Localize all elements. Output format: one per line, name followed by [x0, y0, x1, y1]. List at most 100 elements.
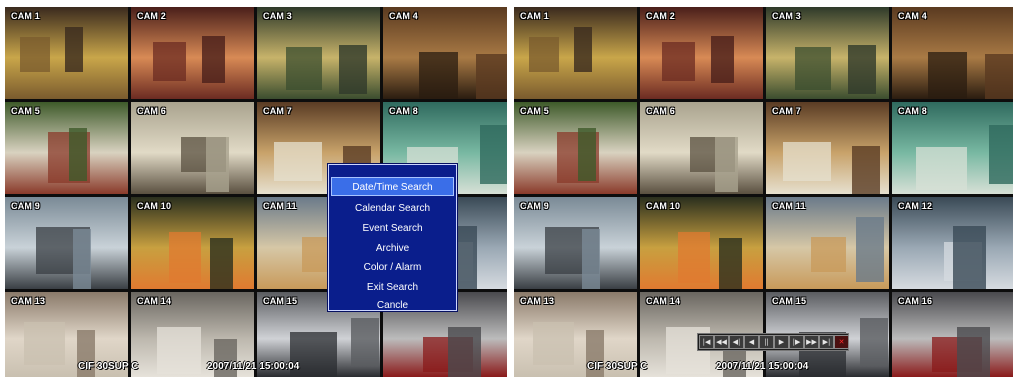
camera-tile-10[interactable]: CAM 10: [640, 197, 763, 289]
camera-feed-image: [715, 137, 738, 192]
menu-item-archive[interactable]: Archive: [331, 239, 454, 258]
camera-feed-image: [678, 232, 710, 283]
camera-feed-image: [286, 47, 322, 90]
camera-label: CAM 15: [263, 296, 298, 306]
camera-feed-image: [928, 52, 967, 99]
camera-label: CAM 10: [646, 201, 681, 211]
camera-tile-3[interactable]: CAM 3: [766, 7, 889, 99]
camera-tile-12[interactable]: CAM 12: [892, 197, 1013, 289]
camera-label: CAM 4: [898, 11, 928, 21]
camera-tile-1[interactable]: CAM 1: [5, 7, 128, 99]
camera-feed-image: [578, 128, 596, 181]
camera-feed-image: [169, 232, 201, 283]
recording-resolution: CIF 30SUP C: [78, 361, 139, 372]
menu-item-calendar-search[interactable]: Calendar Search: [331, 199, 454, 218]
camera-tile-4[interactable]: CAM 4: [892, 7, 1013, 99]
camera-label: CAM 11: [772, 201, 806, 211]
menu-item-cancel[interactable]: Cancle: [331, 296, 454, 315]
camera-label: CAM 9: [11, 201, 41, 211]
camera-tile-9[interactable]: CAM 9: [5, 197, 128, 289]
camera-label: CAM 6: [137, 106, 167, 116]
camera-feed-image: [480, 125, 507, 184]
date-time-readout: 2007/11/21 15:00:04: [207, 361, 300, 372]
pause-button[interactable]: ||: [759, 335, 774, 349]
menu-item-exit-search[interactable]: Exit Search: [331, 278, 454, 297]
status-bar: CIF 30SUP C 2007/11/21 15:00:04: [5, 359, 507, 377]
camera-feed-image: [916, 147, 967, 190]
camera-feed-image: [582, 229, 600, 289]
camera-label: CAM 3: [772, 11, 802, 21]
stop-button[interactable]: ✕: [834, 335, 849, 349]
camera-feed-image: [419, 52, 458, 99]
status-bar: CIF 30SUP C 2007/11/21 15:00:04: [514, 359, 1013, 377]
camera-tile-7[interactable]: CAM 7: [766, 102, 889, 194]
camera-label: CAM 7: [263, 106, 293, 116]
camera-label: CAM 1: [520, 11, 550, 21]
camera-feed-image: [529, 37, 559, 72]
camera-feed-image: [711, 36, 734, 83]
right-dvr-screen: CAM 1 CAM 2 CAM 3 CAM 4 CAM 5 CAM 6 CAM 7 CAM 8…: [514, 7, 1013, 377]
camera-feed-image: [476, 54, 507, 99]
camera-feed-image: [73, 229, 91, 289]
camera-feed-image: [985, 54, 1013, 99]
camera-tile-10[interactable]: CAM 10: [131, 197, 254, 289]
fast-rewind-button[interactable]: ◀◀: [714, 335, 729, 349]
camera-feed-image: [202, 36, 225, 83]
camera-label: CAM 2: [137, 11, 167, 21]
camera-feed-image: [852, 146, 880, 194]
camera-tile-5[interactable]: CAM 5: [514, 102, 637, 194]
camera-label: CAM 14: [646, 296, 681, 306]
skip-to-end-button[interactable]: ▶|: [819, 335, 834, 349]
camera-label: CAM 9: [520, 201, 550, 211]
menu-item-date-time-search[interactable]: Date/Time Search: [331, 177, 454, 196]
camera-label: CAM 12: [898, 201, 933, 211]
camera-tile-9[interactable]: CAM 9: [514, 197, 637, 289]
camera-label: CAM 5: [520, 106, 550, 116]
step-forward-button[interactable]: |▶: [789, 335, 804, 349]
camera-feed-image: [65, 27, 83, 72]
camera-feed-image: [848, 45, 876, 94]
camera-label: CAM 11: [263, 201, 297, 211]
recording-resolution: CIF 30SUP C: [587, 361, 648, 372]
camera-label: CAM 13: [11, 296, 46, 306]
camera-label: CAM 7: [772, 106, 802, 116]
camera-feed-image: [989, 125, 1013, 184]
camera-feed-image: [719, 238, 742, 289]
camera-tile-1[interactable]: CAM 1: [514, 7, 637, 99]
reverse-play-button[interactable]: ◀: [744, 335, 759, 349]
camera-tile-5[interactable]: CAM 5: [5, 102, 128, 194]
play-button[interactable]: ▶: [774, 335, 789, 349]
camera-tile-4[interactable]: CAM 4: [383, 7, 507, 99]
camera-label: CAM 5: [11, 106, 41, 116]
camera-feed-image: [339, 45, 367, 94]
menu-item-event-search[interactable]: Event Search: [331, 219, 454, 238]
camera-tile-11[interactable]: CAM 11: [766, 197, 889, 289]
camera-label: CAM 2: [646, 11, 676, 21]
step-back-button[interactable]: ◀|: [729, 335, 744, 349]
camera-label: CAM 14: [137, 296, 172, 306]
camera-tile-2[interactable]: CAM 2: [131, 7, 254, 99]
search-menu: Date/Time Search Calendar Search Event S…: [328, 164, 457, 311]
camera-feed-image: [811, 237, 846, 272]
camera-feed-image: [153, 42, 186, 81]
camera-feed-image: [783, 142, 831, 181]
playback-control-bar: |◀ ◀◀ ◀| ◀ || ▶ |▶ ▶▶ ▶| ✕: [697, 333, 849, 351]
camera-tile-6[interactable]: CAM 6: [640, 102, 763, 194]
menu-item-color-alarm[interactable]: Color / Alarm: [331, 258, 454, 277]
camera-feed-image: [662, 42, 695, 81]
camera-tile-6[interactable]: CAM 6: [131, 102, 254, 194]
camera-tile-3[interactable]: CAM 3: [257, 7, 380, 99]
camera-tile-2[interactable]: CAM 2: [640, 7, 763, 99]
camera-label: CAM 13: [520, 296, 555, 306]
camera-feed-image: [574, 27, 592, 72]
skip-to-start-button[interactable]: |◀: [699, 335, 714, 349]
camera-label: CAM 16: [898, 296, 933, 306]
fast-forward-button[interactable]: ▶▶: [804, 335, 819, 349]
camera-grid: CAM 1 CAM 2 CAM 3 CAM 4 CAM 5 CAM 6 CAM 7 CAM 8…: [514, 7, 1013, 377]
camera-label: CAM 1: [11, 11, 41, 21]
camera-label: CAM 3: [263, 11, 293, 21]
camera-label: CAM 4: [389, 11, 419, 21]
camera-tile-8[interactable]: CAM 8: [892, 102, 1013, 194]
camera-feed-image: [206, 137, 229, 192]
camera-feed-image: [795, 47, 831, 90]
